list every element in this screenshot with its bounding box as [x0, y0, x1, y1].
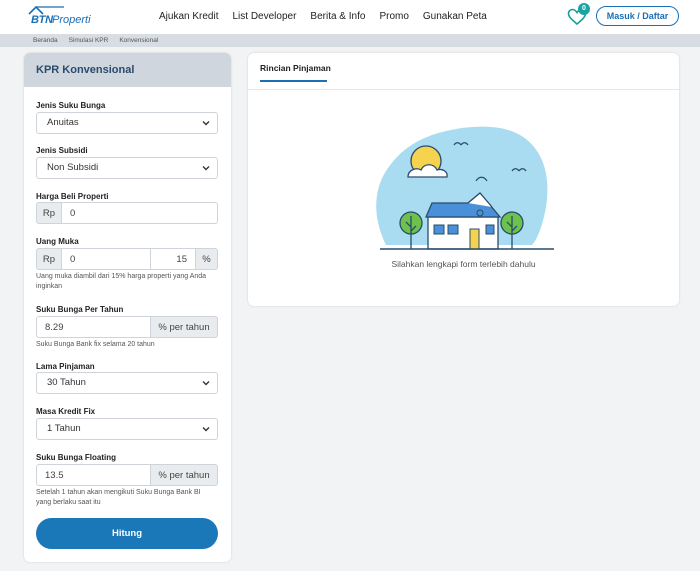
main-nav: Ajukan Kredit List Developer Berita & In…: [159, 11, 501, 22]
percent-suffix: %: [196, 248, 218, 270]
label-jenis-suku-bunga: Jenis Suku Bunga: [36, 101, 106, 110]
select-jenis-suku-bunga[interactable]: Anuitas: [36, 112, 218, 134]
select-value: Anuitas: [47, 117, 79, 128]
nav-ajukan-kredit[interactable]: Ajukan Kredit: [159, 11, 218, 22]
label-jenis-subsidi: Jenis Subsidi: [36, 146, 88, 155]
nav-list-developer[interactable]: List Developer: [232, 11, 296, 22]
select-lama-pinjaman[interactable]: 30 Tahun: [36, 372, 218, 394]
suku-bunga-input[interactable]: 8.29: [36, 316, 151, 338]
select-value: 1 Tahun: [47, 423, 81, 434]
breadcrumb-konvensional: Konvensional: [119, 37, 159, 44]
harga-beli-input-group: Rp 0: [36, 202, 218, 224]
harga-beli-input[interactable]: 0: [62, 202, 218, 224]
logo-suffix: Properti: [52, 14, 91, 26]
suku-bunga-help: Suku Bunga Bank fix selama 20 tahun: [36, 341, 155, 348]
chevron-down-icon: [202, 121, 210, 126]
login-register-button[interactable]: Masuk / Daftar: [596, 6, 679, 26]
top-header: BTN Properti Ajukan Kredit List Develope…: [0, 0, 700, 34]
chevron-down-icon: [202, 166, 210, 171]
label-uang-muka: Uang Muka: [36, 237, 79, 246]
uang-muka-input-group: Rp 0 15 %: [36, 248, 218, 270]
active-tab-indicator: [260, 80, 327, 82]
select-masa-kredit-fix[interactable]: 1 Tahun: [36, 418, 218, 440]
label-harga-beli: Harga Beli Properti: [36, 192, 109, 201]
form-card-header: KPR Konvensional: [24, 53, 231, 87]
hitung-button[interactable]: Hitung: [36, 518, 218, 549]
label-lama-pinjaman: Lama Pinjaman: [36, 362, 95, 371]
uang-muka-amount-input[interactable]: 0: [62, 248, 151, 270]
per-tahun-suffix: % per tahun: [151, 464, 218, 486]
label-suku-bunga-floating: Suku Bunga Floating: [36, 453, 116, 462]
nav-berita-info[interactable]: Berita & Info: [310, 11, 365, 22]
uang-muka-percent-input[interactable]: 15: [151, 248, 196, 270]
nav-promo[interactable]: Promo: [379, 11, 408, 22]
rp-prefix: Rp: [36, 202, 62, 224]
chevron-down-icon: [202, 381, 210, 386]
kpr-form-card: KPR Konvensional Jenis Suku Bunga Anuita…: [24, 53, 231, 562]
select-value: Non Subsidi: [47, 162, 99, 173]
suku-bunga-floating-input[interactable]: 13.5: [36, 464, 151, 486]
select-jenis-subsidi[interactable]: Non Subsidi: [36, 157, 218, 179]
rincian-pinjaman-card: Rincian Pinjaman Silahkan lengkapi form …: [248, 53, 679, 306]
per-tahun-suffix: % per tahun: [151, 316, 218, 338]
breadcrumb-simulasi-kpr[interactable]: Simulasi KPR: [69, 37, 109, 44]
uang-muka-help: Uang muka diambil dari 15% harga propert…: [36, 273, 207, 290]
tab-rincian-pinjaman[interactable]: Rincian Pinjaman: [260, 63, 331, 73]
select-value: 30 Tahun: [47, 377, 86, 388]
suku-bunga-input-group: 8.29 % per tahun: [36, 316, 218, 338]
breadcrumb-beranda[interactable]: Beranda: [33, 37, 58, 44]
result-tab-bar: Rincian Pinjaman: [248, 53, 679, 90]
label-masa-kredit-fix: Masa Kredit Fix: [36, 407, 96, 416]
rp-prefix: Rp: [36, 248, 62, 270]
logo-brand: BTN: [31, 14, 53, 26]
btn-properti-logo[interactable]: BTN Properti: [28, 5, 91, 29]
wishlist-count-badge: 0: [578, 3, 590, 15]
nav-gunakan-peta[interactable]: Gunakan Peta: [423, 11, 487, 22]
empty-state-message: Silahkan lengkapi form terlebih dahulu: [391, 259, 536, 269]
form-title: KPR Konvensional: [36, 64, 135, 76]
breadcrumb: Beranda Simulasi KPR Konvensional: [0, 34, 700, 47]
chevron-down-icon: [202, 427, 210, 432]
house-illustration-icon: [376, 126, 554, 250]
label-suku-bunga: Suku Bunga Per Tahun: [36, 305, 124, 314]
suku-bunga-floating-input-group: 13.5 % per tahun: [36, 464, 218, 486]
suku-bunga-floating-help: Setelah 1 tahun akan mengikuti Suku Bung…: [36, 489, 201, 506]
